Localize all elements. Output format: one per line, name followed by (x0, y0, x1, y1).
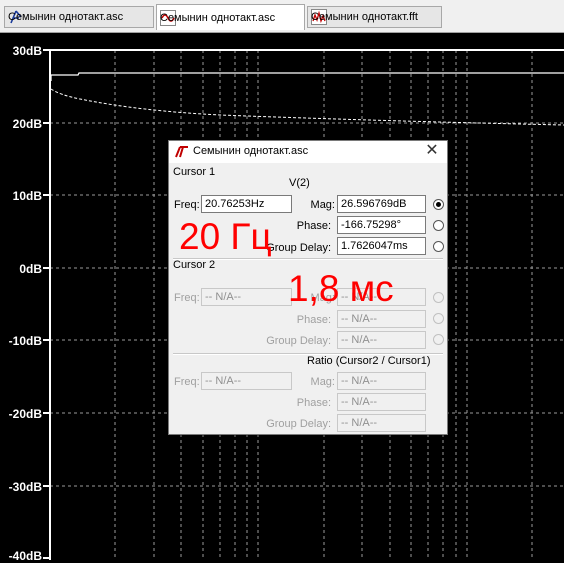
tab-label: Семынин однотакт.asc (160, 11, 276, 24)
phase-label: Phase: (296, 220, 331, 232)
cursor1-phase-radio[interactable] (433, 220, 444, 231)
cursor2-mag-radio[interactable] (433, 292, 444, 303)
tab-waveform[interactable]: Семынин однотакт.asc (156, 4, 305, 30)
trace-name: V(2) (289, 177, 310, 189)
mag-label: Mag: (310, 199, 335, 211)
tab-fft[interactable]: Семынин однотакт.fft (307, 6, 442, 28)
phase-label: Phase: (296, 397, 331, 409)
phase-label: Phase: (296, 314, 331, 326)
radio-selected-dot (436, 202, 441, 207)
cursor2-phase-radio[interactable] (433, 313, 444, 324)
freq-label: Freq: (174, 376, 200, 388)
cursor1-group-label: Cursor 1 (173, 166, 216, 178)
freq-label: Freq: (174, 199, 200, 211)
cursor1-delay-radio[interactable] (433, 241, 444, 252)
phase-trace (50, 88, 564, 126)
delay-annotation: 1,8 мс (288, 268, 394, 309)
ratio-mag-field[interactable]: -- N/A-- (337, 372, 426, 390)
cursor1-mag-radio[interactable] (433, 199, 444, 210)
close-icon[interactable]: ✕ (423, 142, 441, 160)
group-delay-label: Group Delay: (266, 335, 331, 347)
cursor1-freq-field[interactable]: 20.76253Hz (201, 195, 292, 213)
ratio-freq-field[interactable]: -- N/A-- (201, 372, 292, 390)
y-tick-label: 10dB (12, 189, 42, 203)
cursor2-freq-field[interactable]: -- N/A-- (201, 288, 292, 306)
magnitude-trace (50, 72, 564, 81)
y-tick-label: 0dB (19, 262, 42, 276)
cursor1-mag-field[interactable]: 26.596769dB (337, 195, 426, 213)
y-tick-label: 20dB (12, 117, 42, 131)
cursor2-group-label: Cursor 2 (173, 259, 216, 271)
dialog-title: Семынин однотакт.asc (193, 145, 309, 157)
mag-label: Mag: (310, 376, 335, 388)
y-tick-label: -40dB (8, 549, 42, 563)
cursor1-delay-field[interactable]: 1.7626047ms (337, 237, 426, 255)
ratio-delay-field[interactable]: -- N/A-- (337, 414, 426, 432)
cursor2-delay-radio[interactable] (433, 334, 444, 345)
cursor2-phase-field[interactable]: -- N/A-- (337, 310, 426, 328)
frequency-annotation: 20 Гц (179, 216, 272, 257)
y-tick-label: -10dB (8, 334, 42, 348)
ratio-phase-field[interactable]: -- N/A-- (337, 393, 426, 411)
ratio-group-label: Ratio (Cursor2 / Cursor1) (307, 355, 431, 367)
cursor2-delay-field[interactable]: -- N/A-- (337, 331, 426, 349)
tab-label: Семынин однотакт.fft (311, 11, 418, 23)
y-tick-label: -30dB (8, 480, 42, 494)
dialog-titlebar[interactable]: Семынин однотакт.asc ✕ (169, 141, 447, 163)
ltspice-logo-icon (175, 146, 189, 158)
tab-bar: Семынин однотакт.asc Семынин однотакт.as… (0, 0, 564, 33)
y-tick-label: -20dB (8, 407, 42, 421)
freq-label: Freq: (174, 292, 200, 304)
cursor1-phase-field[interactable]: -166.75298° (337, 216, 426, 234)
tab-schematic[interactable]: Семынин однотакт.asc (4, 6, 154, 28)
tab-label: Семынин однотакт.asc (8, 11, 124, 23)
y-tick-label: 30dB (12, 44, 42, 58)
group-delay-label: Group Delay: (266, 418, 331, 430)
